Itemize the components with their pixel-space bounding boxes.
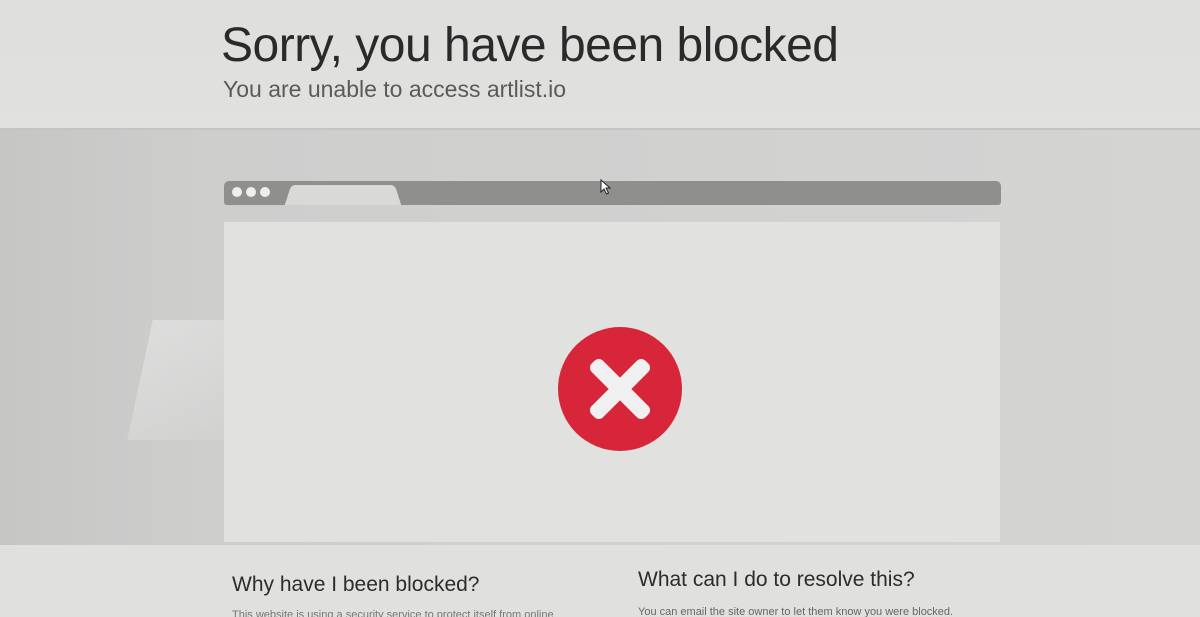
resolve-text: You can email the site owner to let them… [638,606,954,617]
window-dot-icon [260,187,270,197]
page-subtitle: You are unable to access artlist.io [223,76,567,102]
blocked-page: Sorry, you have been blocked You are una… [0,0,1200,617]
mouse-cursor-icon [600,179,612,195]
details-section [0,545,1200,617]
browser-tab [294,185,392,205]
browser-window-bar [224,181,1001,205]
page-title: Sorry, you have been blocked [221,19,839,72]
window-dots [232,187,270,197]
window-dot-icon [232,187,242,197]
error-x-circle-icon [558,327,682,451]
header: Sorry, you have been blocked You are una… [0,0,1200,130]
window-dot-icon [246,187,256,197]
why-blocked-text: This website is using a security service… [232,609,554,617]
resolve-heading: What can I do to resolve this? [638,568,915,591]
why-blocked-heading: Why have I been blocked? [232,573,480,596]
